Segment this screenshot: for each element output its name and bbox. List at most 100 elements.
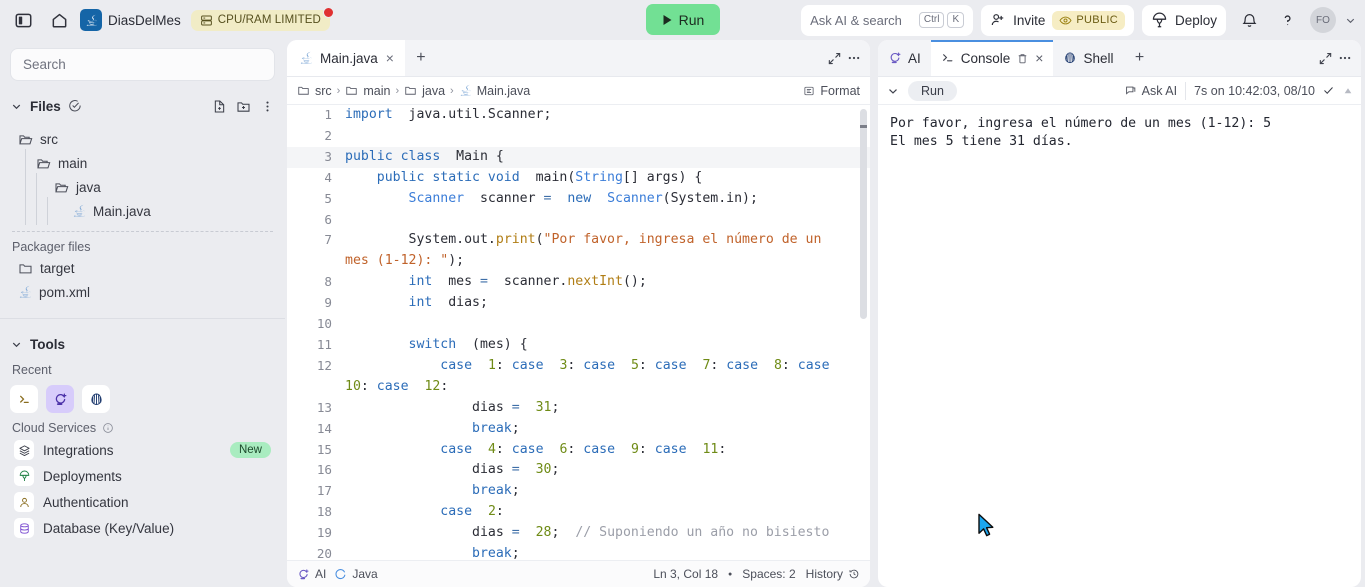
code-line[interactable]: 15 case 4: case 6: case 9: case 11: [287,440,870,461]
shell-prompt-icon[interactable] [10,385,38,413]
code-line[interactable]: 19 dias = 28; // Suponiendo un año no bi… [287,523,870,544]
more-horizontal-icon[interactable] [846,50,862,66]
home-icon[interactable] [44,5,74,35]
code-line[interactable]: 12 case 1: case 3: case 5: case 7: case … [287,356,870,398]
line-number: 20 [316,546,332,560]
help-icon[interactable] [1272,5,1302,35]
code-line[interactable]: 20 break; [287,544,870,560]
tree-item-target[interactable]: target [10,256,275,280]
console-pane: AI Console × Shell + Run Ask AI 7s on 10… [878,40,1361,587]
ask-ai-label: Ask AI [1141,83,1178,98]
chevron-down-icon [12,342,21,347]
code-line[interactable]: 5 Scanner scanner = new Scanner(System.i… [287,189,870,210]
sidebar-toggle-icon[interactable] [8,5,38,35]
new-console-tab-icon[interactable]: + [1124,40,1156,76]
code-line[interactable]: 6 [287,210,870,231]
files-divider [12,231,273,232]
cpu-ram-limited-badge[interactable]: CPU/RAM LIMITED [190,6,334,31]
info-icon[interactable] [102,422,114,434]
tab-shell[interactable]: Shell [1053,40,1123,76]
person-plus-icon [991,14,1004,26]
new-folder-icon[interactable] [236,99,251,114]
code-line[interactable]: 8 int mes = scanner.nextInt(); [287,272,870,293]
files-section-header[interactable]: Files [10,95,275,117]
code-line-text: break; [472,483,520,499]
tree-item-java[interactable]: java [10,173,275,201]
breadcrumb-src[interactable]: src [297,84,332,98]
nix-shell-icon[interactable] [82,385,110,413]
scroll-up-caret-icon[interactable] [1343,86,1353,96]
code-line[interactable]: 1 import java.util.Scanner; [287,105,870,126]
tools-section-header[interactable]: Tools [10,333,275,355]
history-button[interactable]: History [806,567,860,581]
collapse-chevron-down-icon[interactable] [886,84,900,98]
code-line[interactable]: 3 public class Main { [287,146,870,168]
code-line[interactable]: 7 System.out.print("Por favor, ingresa e… [287,230,870,272]
check-circle-icon[interactable] [68,99,82,113]
cursor-position[interactable]: Ln 3, Col 18 [653,567,718,581]
recent-label: Recent [12,363,52,377]
tab-ai[interactable]: AI [878,40,931,76]
ask-ai-search-input[interactable]: Ask AI & search Ctrl K [801,4,974,36]
code-line-text: break; [472,420,520,436]
breadcrumb-java[interactable]: java [404,84,445,98]
code-line[interactable]: 18 case 2: [287,502,870,523]
code-line[interactable]: 9 int dias; [287,293,870,314]
more-vertical-icon[interactable] [260,99,275,114]
editor-scrollbar[interactable] [860,109,867,319]
ai-agent-icon[interactable] [46,385,74,413]
sidebar: Search Files src main java Main.java Pac… [0,40,285,587]
tab-close-icon[interactable]: × [385,50,395,66]
tree-item-main-java[interactable]: Main.java [10,197,275,225]
status-language[interactable]: Java [334,567,378,581]
run-button[interactable]: Run [646,4,720,35]
invite-button[interactable]: Invite PUBLIC [981,4,1134,36]
line-number: 6 [324,211,332,227]
breadcrumb-main[interactable]: main [345,84,390,98]
ask-ai-button[interactable]: Ask AI [1124,84,1177,98]
tree-item-pom-xml[interactable]: pom.xml [10,280,275,304]
avatar-chevron-down-icon[interactable] [1344,14,1357,27]
sidebar-item-integrations[interactable]: Integrations New [10,437,275,463]
more-horizontal-icon[interactable] [1337,50,1353,66]
code-line[interactable]: 2 [287,126,870,147]
expand-icon[interactable] [827,51,842,66]
trash-icon[interactable] [1016,52,1029,65]
console-run-chip[interactable]: Run [908,80,957,101]
tab-console[interactable]: Console × [930,40,1054,76]
breadcrumb-label: main [363,83,391,98]
new-tab-icon[interactable]: + [405,40,437,76]
bell-icon[interactable] [1234,5,1264,35]
new-file-icon[interactable] [212,99,227,114]
editor-tabbar-actions [827,40,870,76]
expand-icon[interactable] [1318,51,1333,66]
avatar[interactable]: FO [1310,7,1336,33]
code-editor[interactable]: 1 import java.util.Scanner; 2 3 public class… [287,105,870,560]
format-button[interactable]: Format [803,84,860,98]
sidebar-item-authentication[interactable]: Authentication [10,489,275,515]
project-name[interactable]: DiasDelMes [108,13,181,28]
code-line[interactable]: 16 dias = 30; [287,460,870,481]
public-badge[interactable]: PUBLIC [1052,10,1125,30]
nix-shell-icon [1065,52,1076,64]
tab-main-java[interactable]: Main.java × [287,40,405,76]
code-line[interactable]: 4 public static void main(String[] args)… [287,168,870,189]
code-line[interactable]: 14 break; [287,419,870,440]
deploy-button[interactable]: Deploy [1141,4,1226,36]
code-line[interactable]: 13 dias = 31; [287,398,870,419]
code-line[interactable]: 10 [287,314,870,335]
top-bar-right: Ask AI & search Ctrl K Invite PUBLIC Dep… [801,0,1357,40]
tree-item-src[interactable]: src [10,127,275,151]
search-input[interactable]: Search [10,48,275,81]
sidebar-item-deployments[interactable]: Deployments [10,463,275,489]
breadcrumb-main-java[interactable]: Main.java [459,84,530,98]
sidebar-item-database[interactable]: Database (Key/Value) [10,515,275,541]
tree-item-main[interactable]: main [10,149,275,177]
tab-close-icon[interactable]: × [1035,50,1043,66]
code-line[interactable]: 11 switch (mes) { [287,335,870,356]
spaces-setting[interactable]: Spaces: 2 [742,567,795,581]
status-ai-button[interactable]: AI [297,567,326,581]
code-line[interactable]: 17 break; [287,481,870,502]
code-line-text [345,210,870,231]
folder-icon [405,86,416,95]
